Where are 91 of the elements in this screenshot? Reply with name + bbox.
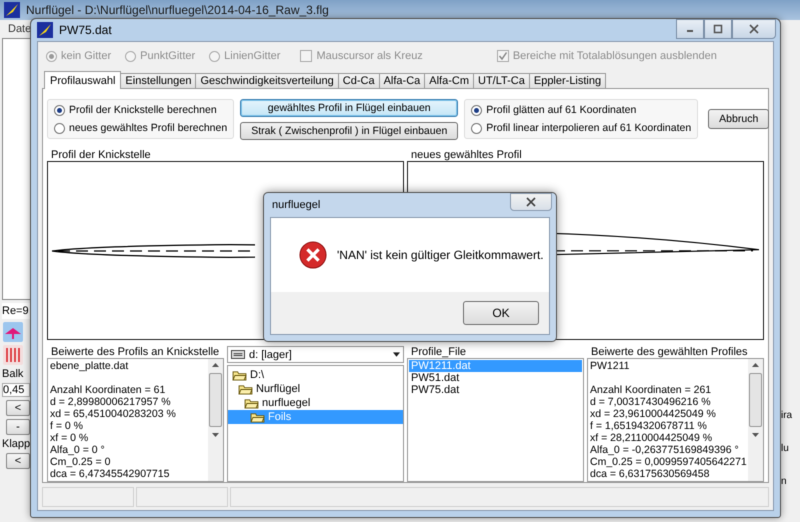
radio-option[interactable]: Profil glätten auf 61 Koordinaten — [471, 104, 692, 116]
caret-icon — [393, 352, 400, 357]
radio-option[interactable]: Profil linear interpolieren auf 61 Koordinaten — [471, 122, 692, 134]
value-field[interactable]: 0,45 — [2, 383, 30, 397]
memo-line: Cm_0.25 = 0 — [50, 456, 112, 468]
memo-line: Alfa_0 = -0,263775169849396 ° — [590, 444, 740, 456]
error-message: 'NAN' ist kein gültiger Gleitkommawert. — [337, 248, 544, 262]
app-logo-icon — [4, 2, 20, 18]
label-fragment: ira — [781, 410, 794, 421]
radio-option[interactable]: neues gewähltes Profil berechnen — [54, 122, 228, 134]
drive-dropdown[interactable]: d: [lager] — [227, 346, 404, 363]
label-fragment: n — [781, 476, 788, 487]
folder-icon — [232, 370, 247, 380]
memo-line: f = 0 % — [50, 420, 84, 432]
memo-line: xd = 23,9610004425049 % — [590, 408, 717, 420]
folder-item[interactable]: D:\ — [228, 368, 403, 382]
tab[interactable]: Alfa-Cm — [424, 73, 474, 88]
file-item[interactable]: PW75.dat — [409, 384, 582, 396]
maximize-icon — [713, 24, 723, 34]
memo-line: dca = 6,47345542907715 — [50, 468, 170, 480]
tab[interactable]: Profilauswahl — [44, 71, 122, 89]
file-list[interactable]: PW1211.dat PW51.dat PW75.dat — [407, 358, 584, 482]
scroll-down-icon[interactable] — [212, 433, 219, 437]
memo-title: Beiwerte des gewählten Profiles — [590, 346, 749, 358]
file-item[interactable]: PW51.dat — [409, 372, 582, 384]
radio-button[interactable] — [54, 122, 65, 134]
scroll-up-icon[interactable] — [752, 363, 759, 367]
close-icon — [749, 24, 759, 34]
plot-title: Profil der Knickstelle — [50, 149, 152, 161]
tab[interactable]: UT/LT-Ca — [473, 73, 530, 88]
radio-button[interactable] — [471, 122, 482, 134]
action-button[interactable]: Strak ( Zwischenprofil ) in Flügel einbauen — [240, 122, 458, 140]
bars-icon[interactable] — [2, 345, 24, 365]
folder-item[interactable]: Nurflügel — [228, 382, 403, 396]
memo-line: d = 2,89980006217957 % — [50, 396, 172, 408]
folder-icon — [250, 412, 265, 422]
radio-button[interactable] — [471, 104, 482, 116]
dialog-title: nurfluegel — [272, 199, 320, 211]
tab[interactable]: Einstellungen — [120, 73, 196, 88]
maximize-button[interactable] — [704, 19, 732, 39]
memo-line: Alfa_0 = 0 ° — [50, 444, 106, 456]
memo-line: f = 1,65194320678711 % — [590, 420, 708, 432]
folder-item[interactable]: nurfluegel — [228, 396, 403, 410]
window-title: Nurflügel - D:\Nurflügel\nurfluegel\2014-04-16_Raw_3.flg — [26, 3, 329, 17]
ok-button[interactable]: OK — [463, 301, 539, 325]
folder-icon — [244, 398, 259, 408]
folder-list[interactable]: D:\ Nurflügel nurfluegel Foils — [227, 365, 404, 482]
memo-line: dca = 6,63175630569458 — [590, 468, 710, 480]
text-memo[interactable] — [587, 358, 764, 482]
drive-icon — [231, 350, 245, 359]
step-button[interactable]: < — [6, 400, 30, 416]
error-icon — [299, 241, 327, 269]
plot-title: neues gewähltes Profil — [410, 149, 523, 161]
close-icon — [526, 197, 536, 207]
memo-line: Cm_0.25 = 0,0099597405642271 — [590, 456, 746, 468]
balken-label: Balk — [2, 368, 24, 380]
close-button[interactable] — [732, 19, 776, 39]
close-button[interactable] — [510, 193, 552, 211]
reynolds-label: Re=9 — [2, 303, 32, 319]
scroll-up-icon[interactable] — [212, 363, 219, 367]
app-logo-icon — [37, 22, 53, 38]
memo-line: Anzahl Koordinaten = 261 — [590, 384, 712, 396]
folder-icon — [238, 384, 253, 394]
action-button[interactable]: gewähltes Profil in Flügel einbauen — [240, 98, 458, 116]
memo-line: xf = 0 % — [50, 432, 90, 444]
memo-line: xf = 28,2110004425049 % — [590, 432, 714, 444]
memo-line: PW1211 — [590, 360, 630, 372]
memo-title: Beiwerte des Profils an Knickstelle — [50, 346, 220, 358]
tab[interactable]: Cd-Ca — [338, 73, 380, 88]
memo-line: ebene_platte.dat — [50, 360, 130, 372]
cancel-button[interactable]: Abbruch — [708, 109, 770, 129]
memo-line: xd = 65,4510040283203 % — [50, 408, 177, 420]
scrollbar[interactable] — [208, 359, 223, 481]
tab[interactable]: Alfa-Ca — [378, 73, 426, 88]
tab[interactable]: Eppler-Listing — [528, 73, 606, 88]
memo-line: Anzahl Koordinaten = 61 — [50, 384, 166, 396]
menu-item[interactable]: Date — [8, 23, 32, 35]
tab[interactable]: Geschwindigkeitsverteilung — [195, 73, 339, 88]
radio-button[interactable] — [54, 104, 65, 116]
step-button[interactable]: < — [6, 453, 30, 469]
scroll-down-icon[interactable] — [752, 433, 759, 437]
label-fragment: lu — [781, 443, 790, 454]
step-button[interactable]: - — [6, 419, 30, 435]
text-memo[interactable]: ebene_platte.dat Anzahl Koordinaten = 61 d = 2,89980006217957 % xd = 65,4510040283203 % f = 0 % xf = 0 % Alfa_0 = 0 ° Cm_0.25 = 0 dca = 6,47345542907715 — [47, 358, 224, 482]
memo-line: d = 7,00317430496216 % — [590, 396, 712, 408]
minimize-button[interactable] — [676, 19, 704, 39]
radio-option[interactable]: Profil der Knickstelle berechnen — [54, 104, 228, 116]
dialog-title: PW75.dat — [59, 23, 112, 37]
list-title: Profile_File — [410, 346, 468, 358]
scrollbar[interactable] — [748, 359, 763, 481]
klappen-label: Klapp — [2, 438, 32, 450]
